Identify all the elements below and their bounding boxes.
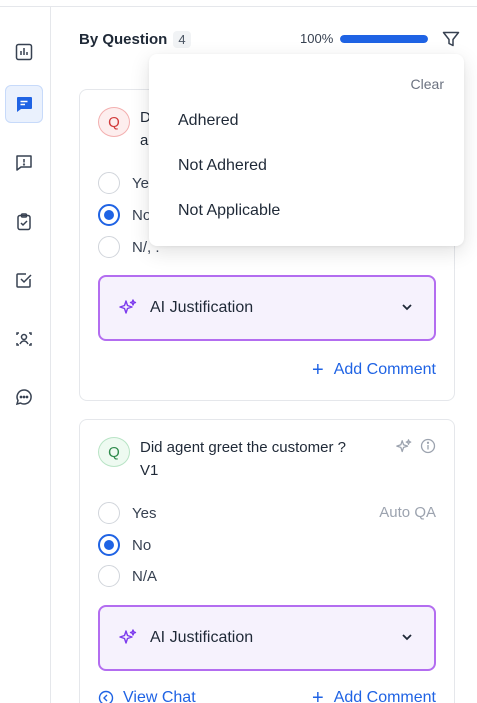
radio-button-selected[interactable] — [98, 534, 120, 556]
filter-option-not-adhered[interactable]: Not Adhered — [178, 157, 267, 175]
question-badge: Q — [98, 437, 130, 467]
answer-option[interactable]: Yes — [98, 501, 156, 525]
chat-nav-button[interactable] — [5, 378, 43, 416]
arrow-circle-left-icon — [98, 690, 114, 703]
question-count-badge: 4 — [173, 30, 191, 48]
filter-icon — [442, 31, 460, 46]
progress-bar — [340, 35, 428, 43]
add-comment-button[interactable]: + Add Comment — [312, 360, 436, 380]
progress-percent: 100% — [300, 31, 334, 46]
radio-button-selected[interactable] — [98, 204, 120, 226]
sparkle-icon — [119, 629, 137, 644]
review-nav-button[interactable] — [5, 261, 43, 299]
tasks-nav-button[interactable] — [5, 203, 43, 241]
answer-option[interactable]: No — [98, 533, 151, 557]
user-scan-icon — [16, 332, 32, 346]
chat-bubble-icon — [15, 389, 32, 406]
question-text: Did agent greet the customer ? V1 — [140, 439, 346, 479]
radio-button[interactable] — [98, 236, 120, 258]
alerts-nav-button[interactable] — [5, 144, 43, 182]
clipboard-check-icon — [17, 213, 31, 231]
plus-icon: + — [312, 687, 324, 703]
agents-nav-button[interactable] — [5, 320, 43, 358]
filter-option-adhered[interactable]: Adhered — [178, 112, 239, 130]
top-divider — [0, 6, 477, 7]
analytics-nav-button[interactable] — [5, 33, 43, 71]
chevron-down-icon — [402, 634, 412, 641]
question-card: Q Did agent greet the customer ? V1 Auto… — [79, 419, 455, 703]
ai-justification-label: AI Justification — [150, 629, 254, 646]
filter-button[interactable] — [440, 29, 462, 49]
answer-option[interactable]: No — [98, 203, 151, 227]
answer-option[interactable]: N/A — [98, 564, 157, 588]
question-badge: Q — [98, 107, 130, 137]
sparkle-icon — [119, 299, 137, 314]
plus-icon: + — [312, 359, 324, 381]
checkbox-icon — [16, 273, 32, 288]
ai-justification-toggle[interactable]: AI Justification — [98, 275, 436, 341]
clear-filter-button[interactable]: Clear — [411, 76, 444, 92]
questions-nav-button[interactable] — [5, 85, 43, 123]
radio-button[interactable] — [98, 172, 120, 194]
radio-button[interactable] — [98, 565, 120, 587]
sparkle-icon[interactable] — [395, 438, 413, 456]
ai-justification-label: AI Justification — [150, 299, 254, 316]
add-comment-button[interactable]: + Add Comment — [312, 688, 436, 703]
section-header: By Question 4 — [79, 28, 191, 50]
bar-chart-icon — [15, 43, 33, 61]
answer-option[interactable]: Ye — [98, 171, 149, 195]
ai-justification-toggle[interactable]: AI Justification — [98, 605, 436, 671]
filter-option-not-applicable[interactable]: Not Applicable — [178, 202, 280, 220]
message-square-icon — [17, 97, 32, 112]
section-title: By Question — [79, 30, 168, 48]
chevron-down-icon — [402, 304, 412, 311]
view-chat-link[interactable]: View Chat — [98, 689, 196, 703]
alert-message-icon — [16, 155, 32, 171]
radio-button[interactable] — [98, 502, 120, 524]
auto-qa-label: Auto QA — [379, 504, 436, 521]
info-icon[interactable] — [420, 438, 436, 454]
filter-dropdown: Clear Adhered Not Adhered Not Applicable — [149, 54, 464, 246]
progress-bar-fill — [340, 35, 428, 43]
left-icon-rail — [0, 7, 51, 703]
